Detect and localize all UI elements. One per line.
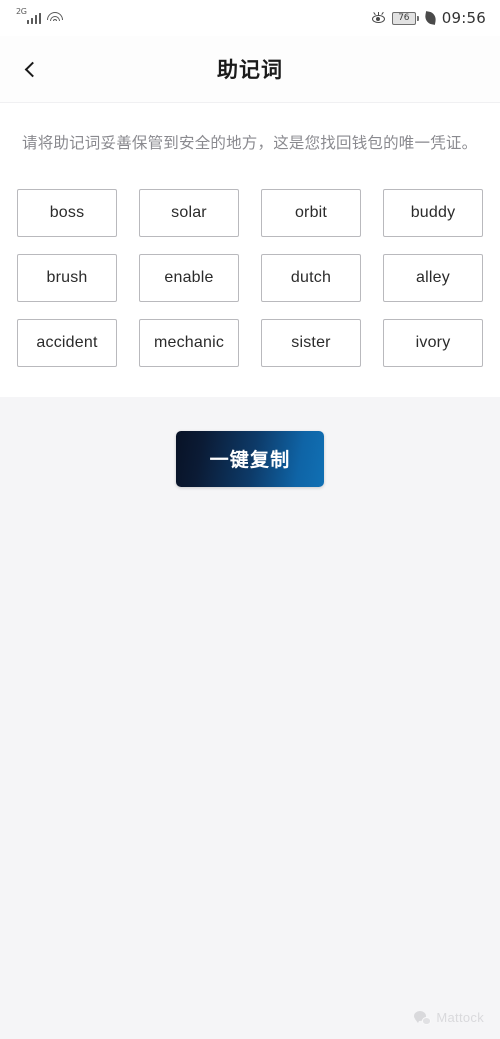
mnemonic-word[interactable]: mechanic <box>139 318 239 367</box>
page-title: 助记词 <box>217 59 283 82</box>
battery-level-label: 76 <box>398 12 410 23</box>
leaf-powersave-icon <box>423 11 437 25</box>
action-area: 一键复制 Mattock <box>0 396 500 1039</box>
signal-strength-icon <box>26 12 42 24</box>
app-screen: 2G 76 09:56 助记词 请将助记词妥善保管到安全的地方，这是您找回钱包的… <box>0 0 500 1039</box>
mnemonic-word[interactable]: orbit <box>261 188 361 237</box>
status-bar-left: 2G <box>16 8 64 24</box>
watermark: Mattock <box>414 1010 484 1025</box>
nav-bar: 助记词 <box>0 36 500 102</box>
network-type-label: 2G <box>16 7 27 16</box>
mnemonic-word[interactable]: buddy <box>383 188 483 237</box>
chevron-left-icon <box>24 61 40 77</box>
copy-button[interactable]: 一键复制 <box>176 430 324 487</box>
mnemonic-word[interactable]: alley <box>383 253 483 302</box>
eye-comfort-icon <box>371 11 386 26</box>
status-bar-clock: 09:56 <box>441 9 486 27</box>
watermark-text: Mattock <box>436 1010 484 1025</box>
mnemonic-word[interactable]: boss <box>17 188 117 237</box>
battery-icon: 76 <box>391 11 419 25</box>
mnemonic-word[interactable]: sister <box>261 318 361 367</box>
signal-bars-icon: 2G <box>16 8 42 24</box>
status-bar-right: 76 09:56 <box>371 9 486 27</box>
wechat-logo-icon <box>414 1010 432 1025</box>
mnemonic-word[interactable]: ivory <box>383 318 483 367</box>
content-card: 请将助记词妥善保管到安全的地方，这是您找回钱包的唯一凭证。 boss solar… <box>0 102 500 397</box>
mnemonic-word-grid: boss solar orbit buddy brush enable dutc… <box>0 163 500 381</box>
description-text: 请将助记词妥善保管到安全的地方，这是您找回钱包的唯一凭证。 <box>22 135 478 152</box>
mnemonic-word[interactable]: solar <box>139 188 239 237</box>
mnemonic-word[interactable]: enable <box>139 253 239 302</box>
status-bar: 2G 76 09:56 <box>0 0 500 36</box>
mnemonic-word[interactable]: accident <box>17 318 117 367</box>
back-button[interactable] <box>6 45 54 93</box>
mnemonic-word[interactable]: brush <box>17 253 117 302</box>
mnemonic-word[interactable]: dutch <box>261 253 361 302</box>
wifi-icon <box>47 12 64 24</box>
